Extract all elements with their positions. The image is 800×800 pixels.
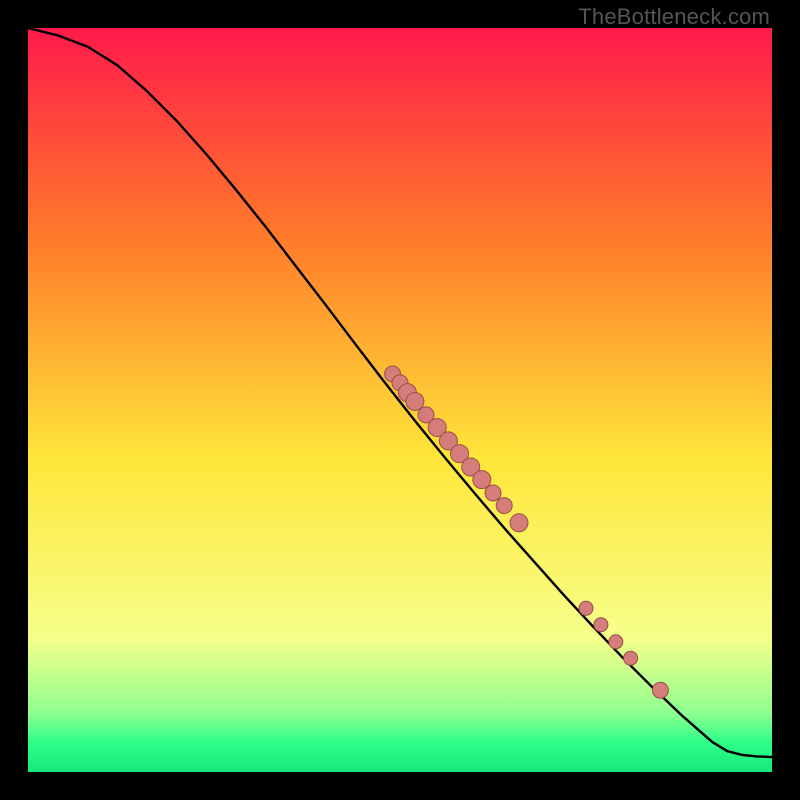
data-point xyxy=(510,514,528,532)
data-point xyxy=(624,651,638,665)
data-point xyxy=(609,635,623,649)
data-point xyxy=(473,471,491,489)
chart-stage: TheBottleneck.com xyxy=(0,0,800,800)
data-point xyxy=(496,498,512,514)
plot-area xyxy=(28,28,772,772)
data-point xyxy=(594,618,608,632)
data-point xyxy=(406,393,424,411)
plot-svg xyxy=(28,28,772,772)
data-point xyxy=(485,485,501,501)
watermark-text: TheBottleneck.com xyxy=(578,4,770,30)
data-point xyxy=(579,601,593,615)
data-point xyxy=(652,682,668,698)
